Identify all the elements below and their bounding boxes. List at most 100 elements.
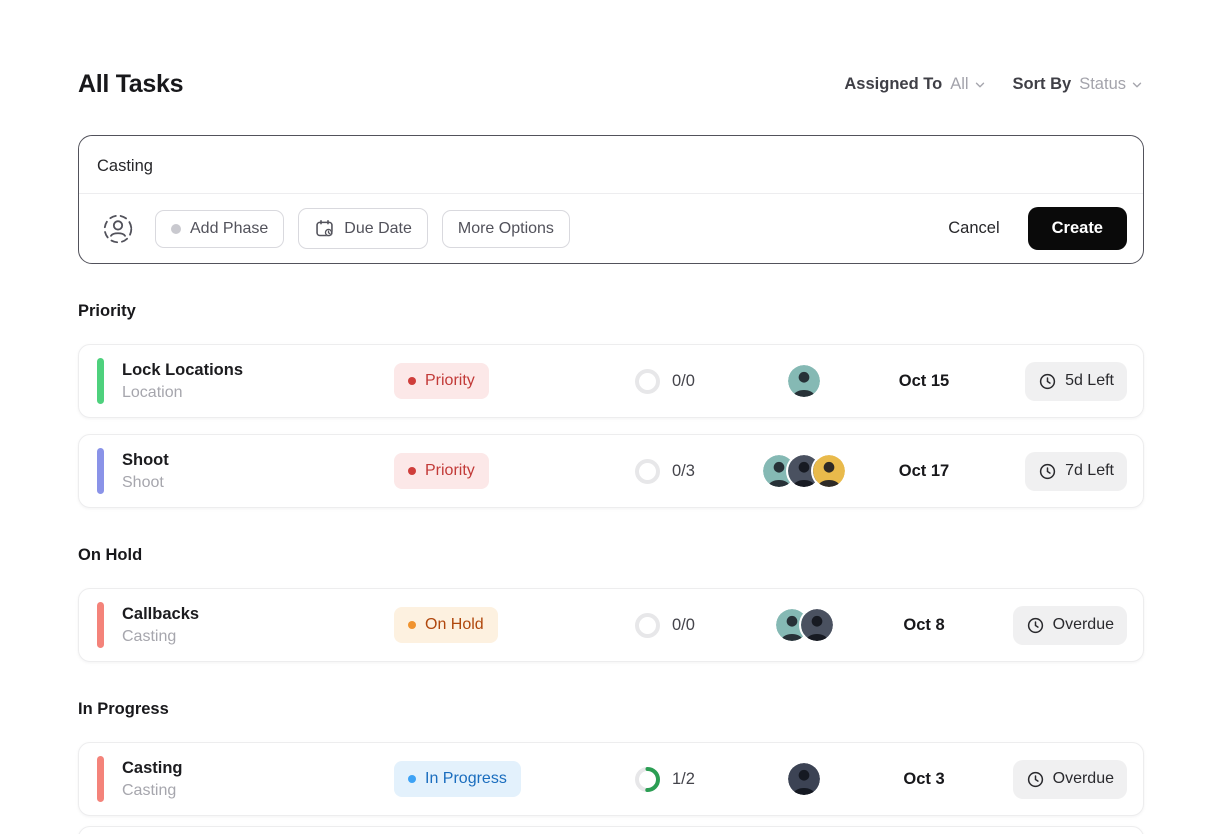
- add-assignee-icon: [103, 214, 133, 243]
- section-rows: Lock Locations Location Priority 0/0 Oct…: [78, 344, 1144, 508]
- progress-column: 0/0: [634, 612, 744, 639]
- assigned-to-value: All: [950, 75, 969, 93]
- progress-column: 1/2: [634, 766, 744, 793]
- task-color-bar: [97, 756, 104, 802]
- clock-icon: [1027, 617, 1043, 633]
- calendar-clock-icon: [316, 220, 334, 237]
- task-name: Casting: [122, 758, 183, 777]
- section-rows: Callbacks Casting On Hold 0/0 Oct 8 Over…: [78, 588, 1144, 662]
- task-row[interactable]: Shoot Shoot Priority 0/3 Oct 17 7d Left: [78, 434, 1144, 508]
- task-sections: Priority Lock Locations Location Priorit…: [78, 302, 1144, 834]
- progress-count: 0/0: [672, 371, 695, 390]
- task-name: Callbacks: [122, 604, 200, 623]
- task-names: Casting Casting: [122, 759, 394, 800]
- chevron-down-icon: [975, 82, 984, 87]
- assignee-avatars: [744, 761, 864, 797]
- status-badge: Priority: [394, 363, 489, 399]
- more-options-button[interactable]: More Options: [441, 209, 570, 248]
- due-status-label: Overdue: [1052, 770, 1114, 787]
- due-date: Oct 15: [898, 371, 950, 390]
- due-date-label: Due Date: [344, 219, 412, 237]
- due-date-button[interactable]: Due Date: [298, 208, 428, 249]
- task-row[interactable]: Callbacks Casting On Hold 0/0 Oct 8 Over…: [78, 588, 1144, 662]
- assignee-avatars: [744, 363, 864, 399]
- task-phase: Shoot: [122, 473, 164, 491]
- status-column: In Progress: [394, 761, 634, 797]
- task-section: Priority Lock Locations Location Priorit…: [78, 302, 1144, 508]
- add-phase-label: Add Phase: [190, 219, 269, 237]
- task-phase: Casting: [122, 781, 177, 799]
- due-status-badge: Overdue: [1012, 759, 1127, 799]
- due-status-badge: 7d Left: [1025, 451, 1127, 491]
- assigned-to-label: Assigned To: [844, 75, 943, 93]
- composer-actions: Cancel Create: [948, 207, 1127, 250]
- due-status-label: 7d Left: [1065, 462, 1114, 479]
- status-badge: Priority: [394, 453, 489, 489]
- status-dot-icon: [408, 621, 416, 629]
- task-color-bar: [97, 602, 104, 648]
- task-names: Callbacks Casting: [122, 605, 394, 646]
- task-section: On Hold Callbacks Casting On Hold 0/0 Oc…: [78, 546, 1144, 662]
- due-status-column: 5d Left: [984, 361, 1127, 401]
- new-task-composer: Add Phase Due Date More Options Cancel C…: [78, 135, 1144, 264]
- status-label: Priority: [425, 372, 475, 389]
- task-color-bar: [97, 358, 104, 404]
- add-phase-button[interactable]: Add Phase: [155, 209, 285, 248]
- clock-icon: [1039, 463, 1056, 479]
- status-dot-icon: [408, 467, 416, 475]
- main-content: All Tasks Assigned To All Sort By Status: [78, 70, 1144, 834]
- section-header: On Hold: [78, 546, 143, 564]
- progress-ring-icon: [635, 766, 660, 792]
- due-status-label: 5d Left: [1065, 372, 1114, 389]
- task-color-bar: [97, 448, 104, 494]
- progress-column: 0/0: [634, 368, 744, 395]
- task-row[interactable]: Casting Casting In Progress 1/2 Oct 3 Ov…: [78, 742, 1144, 816]
- due-date: Oct 3: [903, 769, 945, 788]
- filters: Assigned To All Sort By Status: [844, 75, 1144, 94]
- section-rows: Casting Casting In Progress 1/2 Oct 3 Ov…: [78, 742, 1144, 834]
- task-row[interactable]: [78, 826, 1144, 834]
- assignee-avatars: [744, 453, 864, 489]
- create-button[interactable]: Create: [1027, 207, 1127, 250]
- due-status-column: Overdue: [984, 759, 1127, 799]
- status-label: Priority: [425, 462, 475, 479]
- due-status-badge: Overdue: [1012, 605, 1127, 645]
- status-badge: On Hold: [394, 607, 498, 643]
- task-names: Shoot Shoot: [122, 451, 394, 492]
- page-header: All Tasks Assigned To All Sort By Status: [78, 70, 1144, 99]
- cancel-button[interactable]: Cancel: [948, 219, 999, 238]
- section-header: Priority: [78, 302, 136, 320]
- task-name-input[interactable]: [79, 136, 1143, 193]
- assign-user-button[interactable]: [95, 210, 141, 248]
- page-title: All Tasks: [78, 70, 184, 98]
- task-phase: Location: [122, 383, 183, 401]
- progress-ring-icon: [635, 612, 660, 638]
- status-dot-icon: [408, 377, 416, 385]
- due-date: Oct 17: [898, 461, 950, 480]
- task-name: Shoot: [122, 450, 169, 469]
- assignee-avatars: [744, 607, 864, 643]
- progress-count: 1/2: [672, 769, 695, 788]
- task-section: In Progress Casting Casting In Progress …: [78, 700, 1144, 834]
- status-badge: In Progress: [394, 761, 521, 797]
- status-label: In Progress: [425, 770, 507, 787]
- section-header: In Progress: [78, 700, 169, 718]
- assigned-to-filter[interactable]: Assigned To All: [844, 75, 986, 94]
- phase-dot-icon: [171, 223, 181, 234]
- avatar: [811, 453, 847, 489]
- progress-ring-icon: [635, 368, 660, 394]
- due-status-column: 7d Left: [984, 451, 1127, 491]
- sort-by-filter[interactable]: Sort By Status: [1013, 75, 1144, 94]
- more-options-label: More Options: [457, 219, 554, 237]
- progress-count: 0/3: [672, 461, 695, 480]
- sort-by-label: Sort By: [1012, 75, 1072, 93]
- status-column: On Hold: [394, 607, 634, 643]
- status-column: Priority: [394, 363, 634, 399]
- clock-icon: [1039, 373, 1056, 389]
- avatar: [798, 607, 835, 643]
- clock-icon: [1027, 771, 1043, 787]
- due-date: Oct 8: [903, 615, 945, 634]
- task-names: Lock Locations Location: [122, 361, 394, 402]
- task-row[interactable]: Lock Locations Location Priority 0/0 Oct…: [78, 344, 1144, 418]
- due-status-badge: 5d Left: [1025, 361, 1127, 401]
